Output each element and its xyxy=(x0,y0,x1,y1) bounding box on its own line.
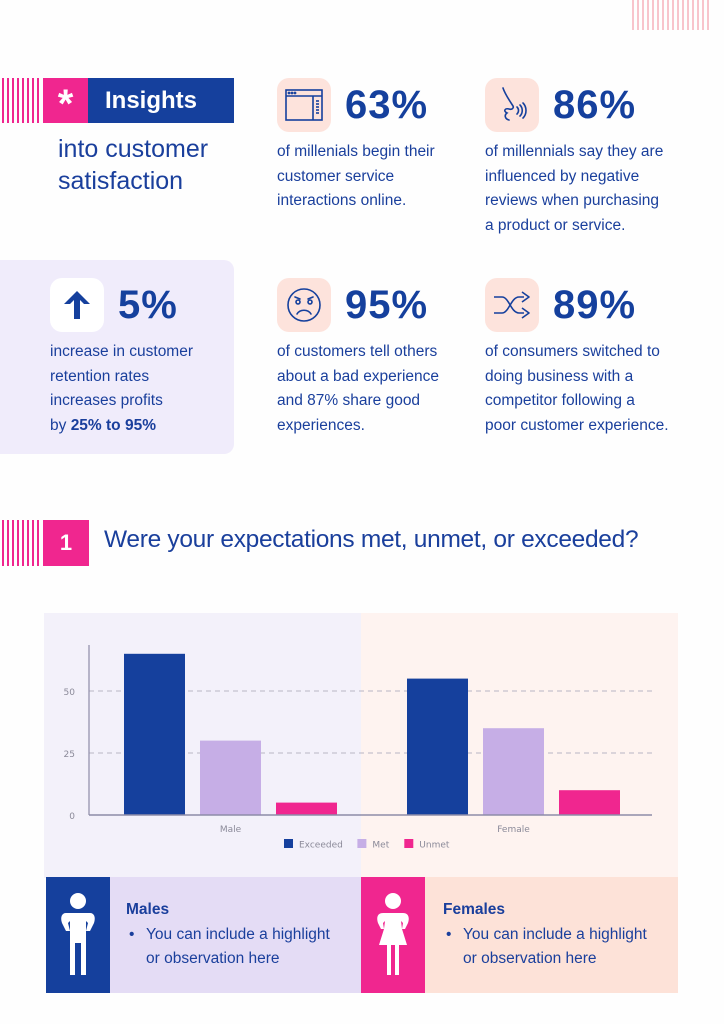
decorative-stripes-question xyxy=(2,520,39,566)
stat-line: doing business with a xyxy=(485,367,634,385)
legend-swatch xyxy=(357,839,367,848)
stat-card-89: 89% of consumers switched to doing busin… xyxy=(485,278,669,438)
legend-label: Exceeded xyxy=(299,841,343,851)
stat-line: experiences. xyxy=(277,416,365,434)
stat-card-86: 86% of millennials say they are influenc… xyxy=(485,78,663,238)
stat-value: 63% xyxy=(345,82,429,127)
stat-description: of millennials say they are influenced b… xyxy=(485,140,663,238)
stat-description: increase in customer retention rates inc… xyxy=(50,340,193,438)
asterisk-icon: * xyxy=(43,78,88,126)
stat-description: of consumers switched to doing business … xyxy=(485,340,669,438)
arrow-up-icon xyxy=(50,278,104,332)
question-text: Were your expectations met, unmet, or ex… xyxy=(104,526,639,553)
nose-smell-icon xyxy=(485,78,539,132)
bar-male-met xyxy=(200,740,261,815)
note-line: or observation here xyxy=(146,950,280,967)
note-card-males: Males You can include a highlight or obs… xyxy=(46,877,361,993)
stat-line: interactions online. xyxy=(277,192,407,209)
browser-window-icon xyxy=(277,78,331,132)
stat-card-95: 95% of customers tell others about a bad… xyxy=(277,278,439,438)
legend-swatch xyxy=(284,839,293,848)
insights-title: Insights xyxy=(88,78,234,123)
decorative-stripes-header xyxy=(2,78,39,123)
note-card-females: Females You can include a highlight or o… xyxy=(361,877,678,993)
stat-line: increases profits xyxy=(50,392,163,409)
legend-label: Unmet xyxy=(419,841,450,851)
x-tick-label: Male xyxy=(220,825,242,835)
y-tick-label: 50 xyxy=(64,688,76,698)
bar-female-exceeded xyxy=(407,678,468,815)
stat-line: a product or service. xyxy=(485,216,626,234)
note-bullet: You can include a highlight or observati… xyxy=(126,923,330,971)
insights-subtitle: into customer satisfaction xyxy=(58,133,208,197)
y-tick-label: 25 xyxy=(64,750,75,760)
stat-bold-range: 25% to 95% xyxy=(70,416,156,434)
stat-line: of customers tell others xyxy=(277,343,438,360)
stat-value: 89% xyxy=(553,282,637,327)
stat-line: poor customer experience. xyxy=(485,416,669,434)
stat-value: 86% xyxy=(553,82,637,127)
male-figure-icon xyxy=(46,877,110,993)
subtitle-line: into customer xyxy=(58,135,209,163)
bar-male-exceeded xyxy=(124,653,185,815)
stat-description: of millenials begin their customer servi… xyxy=(277,140,435,214)
legend-swatch xyxy=(404,839,414,848)
legend-label: Met xyxy=(372,841,389,851)
x-tick-label: Female xyxy=(497,825,530,835)
female-figure-icon xyxy=(361,877,425,993)
stat-line: about a bad experience xyxy=(277,367,440,385)
stat-line: increase in customer xyxy=(50,343,194,360)
bar-female-unmet xyxy=(559,790,620,815)
note-title: Females xyxy=(443,901,506,918)
stat-line: influenced by negative xyxy=(485,167,640,185)
shuffle-icon xyxy=(485,278,539,332)
bar-chart: 0 25 50 Male Female Exceeded Met Unmet xyxy=(64,645,652,851)
decorative-stripes-top xyxy=(632,0,709,30)
stat-value: 95% xyxy=(345,282,429,327)
y-tick-label: 0 xyxy=(69,812,75,822)
stat-line: and 87% share good xyxy=(277,392,421,409)
subtitle-line: satisfaction xyxy=(58,167,184,195)
bar-male-unmet xyxy=(276,802,337,815)
stat-line: of consumers switched to xyxy=(485,343,660,360)
note-line: or observation here xyxy=(463,950,597,967)
stat-line: of millennials say they are xyxy=(485,143,664,160)
stat-line: competitor following a xyxy=(485,392,635,409)
bar-female-met xyxy=(483,728,544,815)
question-number: 1 xyxy=(43,520,89,566)
note-line: You can include a highlight xyxy=(463,926,647,943)
stat-line: by 25% to 95% xyxy=(50,414,193,439)
stat-line: of millenials begin their xyxy=(277,143,435,160)
note-bullet: You can include a highlight or observati… xyxy=(443,923,647,971)
stat-card-5: 5% increase in customer retention rates … xyxy=(50,278,193,438)
stat-line: retention rates xyxy=(50,367,150,385)
note-title: Males xyxy=(126,901,170,918)
stat-value: 5% xyxy=(118,282,178,327)
stat-card-63: 63% of millenials begin their customer s… xyxy=(277,78,435,214)
angry-face-icon xyxy=(277,278,331,332)
note-line: You can include a highlight xyxy=(146,926,330,943)
stat-line: customer service xyxy=(277,167,395,185)
stat-text: by xyxy=(50,416,71,434)
stat-line: reviews when purchasing xyxy=(485,192,660,209)
stat-description: of customers tell others about a bad exp… xyxy=(277,340,439,438)
